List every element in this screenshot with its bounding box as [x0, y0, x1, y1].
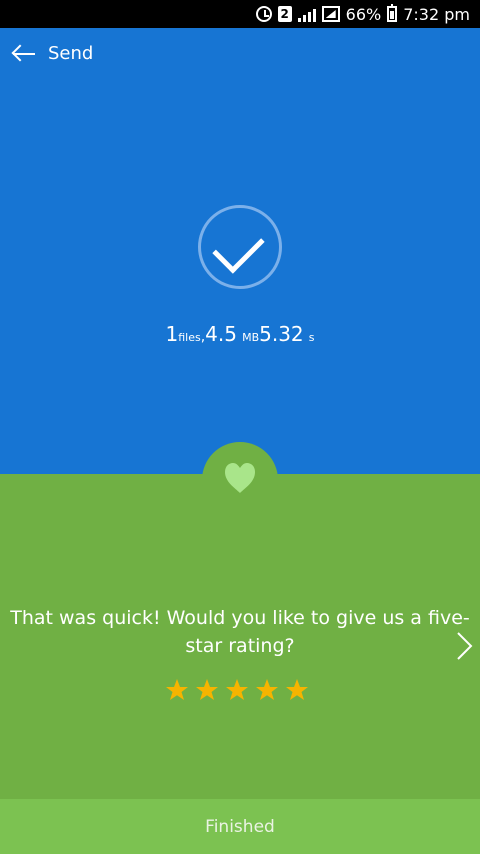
rating-prompt: That was quick! Would you like to give u… — [10, 607, 470, 657]
heart-badge — [202, 442, 278, 518]
star-icon[interactable] — [255, 678, 279, 702]
page-title: Send — [48, 43, 94, 64]
star-icon[interactable] — [165, 678, 189, 702]
size-value: 4.5 — [205, 322, 237, 346]
files-count: 1 — [165, 322, 179, 346]
star-icon[interactable] — [285, 678, 309, 702]
signal-strength-icon — [297, 6, 316, 22]
transfer-complete-panel: Send 1files,4.5 MB5.32 s — [0, 28, 480, 474]
success-check-icon — [198, 205, 282, 289]
chevron-right-icon[interactable] — [455, 631, 473, 661]
battery-percent: 66% — [345, 4, 382, 24]
checkmark-icon — [212, 221, 265, 274]
star-icon[interactable] — [225, 678, 249, 702]
duration-unit: s — [308, 331, 315, 344]
rating-section: That was quick! Would you like to give u… — [0, 474, 480, 799]
duration-value: 5.32 — [259, 322, 304, 346]
battery-icon — [387, 4, 398, 22]
files-unit: files — [178, 331, 201, 344]
sim-indicator: 2 — [277, 6, 292, 22]
transfer-stats: 1files,4.5 MB5.32 s — [165, 322, 315, 346]
star-icon[interactable] — [195, 678, 219, 702]
back-navigation[interactable]: Send — [12, 43, 93, 64]
heart-icon — [225, 463, 255, 493]
mobile-data-icon — [321, 6, 340, 22]
finished-button[interactable]: Finished — [0, 799, 480, 854]
size-unit: MB — [242, 331, 260, 344]
star-rating[interactable] — [165, 678, 309, 702]
status-icons: 2 66% 7:32 pm — [255, 0, 470, 28]
clock: 7:32 pm — [403, 4, 470, 24]
status-bar: 2 66% 7:32 pm — [0, 0, 480, 28]
alarm-icon — [255, 6, 272, 22]
finished-label: Finished — [205, 816, 275, 837]
back-arrow-icon[interactable] — [12, 44, 36, 64]
